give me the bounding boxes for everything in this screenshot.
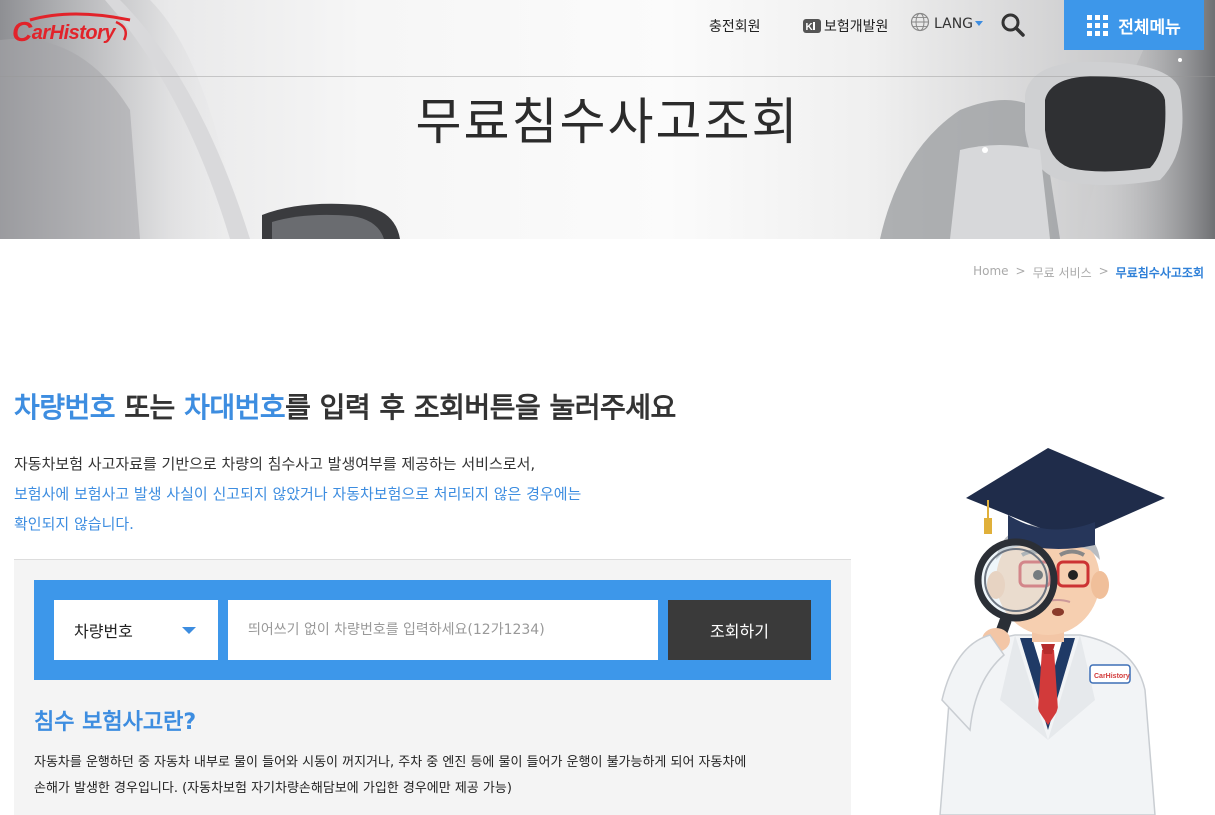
headline-car-number: 차량번호 — [14, 391, 116, 424]
page-title: 무료침수사고조회 — [415, 93, 800, 151]
car-number-input[interactable] — [228, 600, 658, 660]
search-button[interactable] — [1000, 12, 1026, 38]
language-selector[interactable]: LANG — [910, 12, 984, 32]
grid-icon — [1087, 14, 1109, 36]
all-menu-label: 전체메뉴 — [1118, 17, 1181, 38]
kidi-logo-icon: K — [802, 18, 822, 34]
nav-insurance-label: 보험개발원 — [824, 19, 889, 35]
hero-banner: CarHistory 충전회원 K 보험개발원 LANG 전체메뉴 무료침수사고… — [0, 0, 1215, 239]
headline-text: 를 입력 후 조회버튼을 눌러주세요 — [285, 391, 676, 424]
search-bar: 차량번호 조회하기 — [34, 580, 831, 680]
svg-text:K: K — [806, 22, 814, 33]
mascot-badge-text: CarHistory — [1094, 673, 1130, 680]
search-icon — [1001, 13, 1025, 37]
detective-mascot-illustration: CarHistory — [939, 448, 1165, 815]
description-line: 확인되지 않습니다. — [14, 515, 134, 533]
globe-icon — [910, 12, 930, 32]
info-body: 자동차를 운행하던 중 자동차 내부로 물이 들어와 시동이 꺼지거나, 주차 … — [34, 750, 834, 802]
breadcrumb-separator: > — [1015, 264, 1026, 278]
breadcrumb-separator: > — [1098, 264, 1109, 278]
hero-divider — [0, 76, 1215, 77]
instruction-headline: 차량번호 또는 차대번호를 입력 후 조회버튼을 눌러주세요 — [14, 386, 676, 426]
logo-text: CarHistory — [12, 16, 116, 47]
info-title: 침수 보험사고란? — [34, 710, 197, 735]
search-type-select[interactable]: 차량번호 — [54, 600, 218, 660]
search-panel: 차량번호 조회하기 침수 보험사고란? 자동차를 운행하던 중 자동차 내부로 … — [14, 559, 851, 815]
breadcrumb-home[interactable]: Home — [973, 264, 1008, 281]
chevron-down-icon — [975, 20, 984, 26]
service-description: 자동차보험 사고자료를 기반으로 차량의 침수사고 발생여부를 제공하는 서비스… — [14, 449, 581, 539]
info-line: 손해가 발생한 경우입니다. (자동차보험 자기차량손해담보에 가입한 경우에만… — [34, 781, 512, 796]
description-line: 자동차보험 사고자료를 기반으로 차량의 침수사고 발생여부를 제공하는 서비스… — [14, 455, 536, 473]
carhistory-logo[interactable]: CarHistory — [12, 6, 136, 47]
breadcrumb-current: 무료침수사고조회 — [1115, 266, 1204, 280]
info-line: 자동차를 운행하던 중 자동차 내부로 물이 들어와 시동이 꺼지거나, 주차 … — [34, 755, 747, 770]
breadcrumb-free-service[interactable]: 무료 서비스 — [1033, 264, 1092, 281]
nav-member-link[interactable]: 충전회원 — [709, 16, 761, 36]
all-menu-button[interactable]: 전체메뉴 — [1064, 0, 1204, 50]
dropdown-arrow-icon — [182, 627, 196, 634]
language-label: LANG — [934, 16, 974, 32]
headline-vin: 차대번호 — [184, 391, 286, 424]
breadcrumb: Home > 무료 서비스 > 무료침수사고조회 — [973, 264, 1204, 281]
headline-text: 또는 — [115, 391, 185, 424]
search-submit-button[interactable]: 조회하기 — [668, 600, 811, 660]
nav-insurance-link[interactable]: K 보험개발원 — [802, 16, 888, 36]
search-type-value: 차량번호 — [74, 622, 133, 641]
description-line: 보험사에 보험사고 발생 사실이 신고되지 않았거나 자동차보험으로 처리되지 … — [14, 485, 582, 503]
